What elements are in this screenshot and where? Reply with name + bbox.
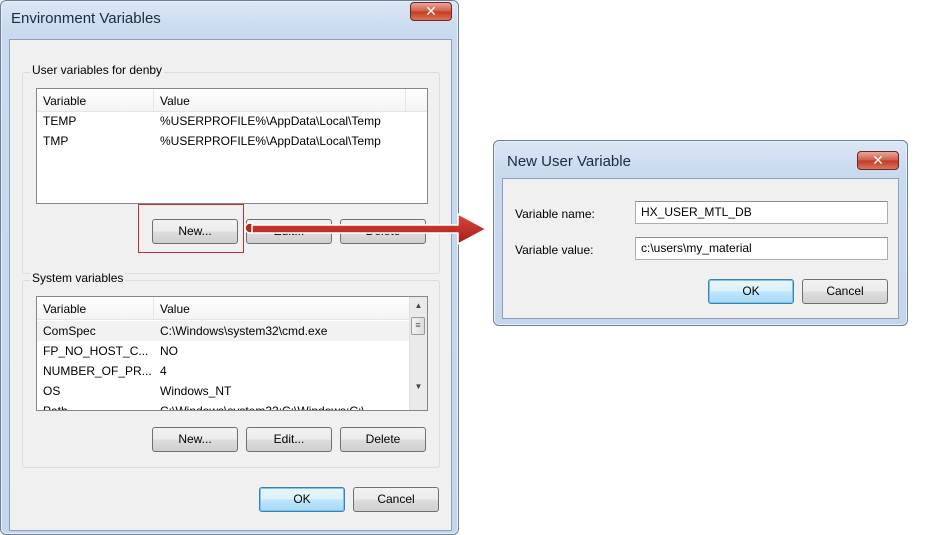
annotation-arrow-icon [244, 213, 487, 245]
arrow-shaft [251, 213, 487, 245]
